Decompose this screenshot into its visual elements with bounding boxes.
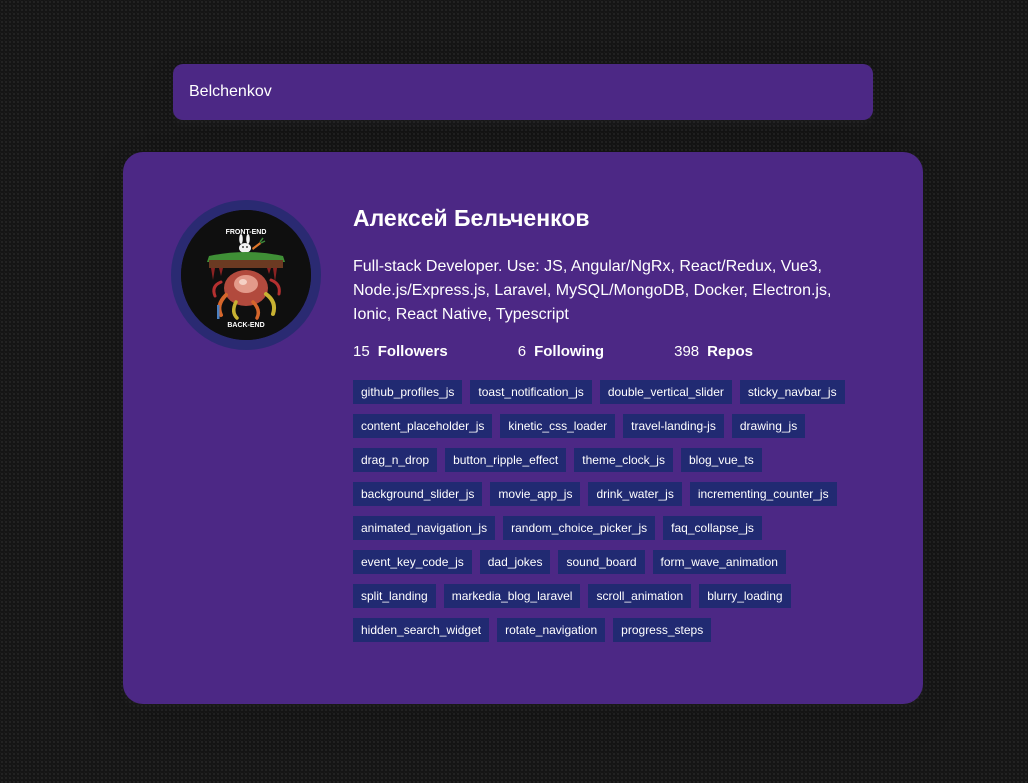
repo-link[interactable]: event_key_code_js <box>353 550 472 574</box>
repo-link[interactable]: content_placeholder_js <box>353 414 493 438</box>
repo-link[interactable]: form_wave_animation <box>652 550 786 574</box>
repo-link[interactable]: drink_water_js <box>588 482 682 506</box>
repo-link[interactable]: incrementing_counter_js <box>689 482 837 506</box>
repo-link[interactable]: double_vertical_slider <box>599 380 732 404</box>
repo-link[interactable]: travel-landing-js <box>623 414 724 438</box>
repo-link[interactable]: random_choice_picker_js <box>503 516 656 540</box>
repo-link[interactable]: drag_n_drop <box>353 448 438 472</box>
repo-link[interactable]: sticky_navbar_js <box>739 380 845 404</box>
search-form <box>173 64 873 120</box>
repo-link[interactable]: toast_notification_js <box>470 380 592 404</box>
avatar-image: FRONT-END BACK-END <box>181 210 311 340</box>
user-bio: Full-stack Developer. Use: JS, Angular/N… <box>353 258 832 323</box>
repo-link[interactable]: dad_jokes <box>479 550 551 574</box>
repos-label: Repos <box>707 343 753 360</box>
following-label: Following <box>534 343 605 360</box>
stat-followers: 15 Followers <box>353 342 448 362</box>
repo-link[interactable]: movie_app_js <box>490 482 581 506</box>
following-count: 6 <box>517 343 527 360</box>
repo-link[interactable]: progress_steps <box>613 618 712 642</box>
stat-repos: 398 Repos <box>674 342 753 362</box>
repo-link[interactable]: button_ripple_effect <box>445 448 567 472</box>
repo-link[interactable]: scroll_animation <box>588 584 692 608</box>
repos-count: 398 <box>674 343 700 360</box>
repo-link[interactable]: blog_vue_ts <box>680 448 762 472</box>
repo-link[interactable]: theme_clock_js <box>574 448 673 472</box>
user-name: Алексей Бельченков <box>353 205 590 231</box>
repo-link[interactable]: split_landing <box>353 584 436 608</box>
repo-link[interactable]: faq_collapse_js <box>663 516 762 540</box>
user-info: Алексей Бельченков Full-stack Developer.… <box>353 204 873 652</box>
avatar: FRONT-END BACK-END <box>171 200 321 350</box>
repo-link[interactable]: sound_board <box>558 550 645 574</box>
avatar-label-top: FRONT-END <box>226 229 267 236</box>
user-stats: 15 Followers 6 Following 398 Repos <box>353 342 753 362</box>
repo-link[interactable]: github_profiles_js <box>353 380 463 404</box>
search-input[interactable] <box>173 64 873 120</box>
repo-link[interactable]: markedia_blog_laravel <box>443 584 581 608</box>
repo-link[interactable]: blurry_loading <box>699 584 791 608</box>
avatar-label-bottom: BACK-END <box>227 322 264 329</box>
repo-link[interactable]: rotate_navigation <box>497 618 606 642</box>
repo-link[interactable]: kinetic_css_loader <box>500 414 616 438</box>
followers-label: Followers <box>377 343 448 360</box>
stat-following: 6 Following <box>518 342 604 362</box>
repo-link[interactable]: hidden_search_widget <box>353 618 490 642</box>
profile-card: FRONT-END BACK-END Алексей Бельченков Fu… <box>123 152 923 704</box>
repo-list: github_profiles_js toast_notification_js d… <box>353 380 873 652</box>
followers-count: 15 <box>353 343 370 360</box>
repo-link[interactable]: drawing_js <box>731 414 806 438</box>
repo-link[interactable]: animated_navigation_js <box>353 516 496 540</box>
repo-link[interactable]: background_slider_js <box>353 482 483 506</box>
